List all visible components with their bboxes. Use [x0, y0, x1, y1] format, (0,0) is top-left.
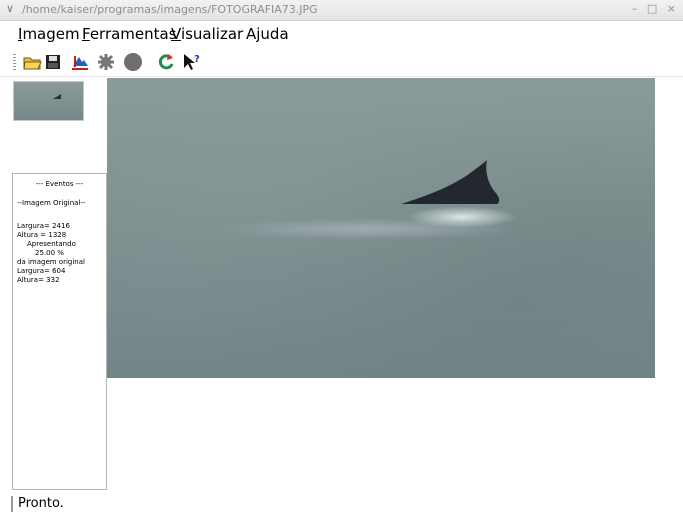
menu-bar: Imagem Ferramentas Visualizar Ajuda	[0, 21, 683, 47]
filter-gear-icon[interactable]	[96, 52, 116, 72]
thumbnail-fin	[53, 94, 61, 99]
help-pointer-icon[interactable]: ?	[181, 52, 201, 72]
whale-fin	[401, 160, 500, 204]
window-controls[interactable]: – □ ×	[632, 2, 679, 15]
events-panel: --- Eventos --- --Imagem Original-- Larg…	[12, 173, 107, 490]
status-bar: Pronto.	[0, 492, 683, 514]
window-title: /home/kaiser/programas/imagens/FOTOGRAFI…	[22, 3, 318, 16]
open-folder-icon[interactable]	[22, 52, 42, 72]
toolbar: ?	[0, 48, 683, 77]
events-display-width: Largura= 604	[17, 267, 66, 275]
events-original-width: Largura= 2416	[17, 222, 70, 230]
events-original-height: Altura = 1328	[17, 231, 67, 239]
circle-icon[interactable]	[123, 52, 143, 72]
title-bar: ∨ /home/kaiser/programas/imagens/FOTOGRA…	[0, 0, 683, 21]
toolbar-grip[interactable]	[13, 54, 16, 70]
menu-visualizar[interactable]: Visualizar	[171, 25, 243, 43]
photo-viewer[interactable]	[107, 78, 655, 378]
menu-ferramentas[interactable]: Ferramentas	[82, 25, 177, 43]
events-display-height: Altura= 332	[17, 276, 60, 284]
refresh-icon[interactable]	[156, 52, 176, 72]
status-text: Pronto.	[18, 496, 64, 511]
status-grip	[11, 496, 13, 512]
window-menu-icon[interactable]: ∨	[6, 2, 14, 15]
menu-ajuda[interactable]: Ajuda	[246, 25, 289, 43]
menu-imagem[interactable]: Imagem	[18, 25, 80, 43]
image-thumbnail[interactable]	[13, 81, 84, 121]
save-disk-icon[interactable]	[43, 52, 63, 72]
svg-text:?: ?	[194, 54, 200, 65]
events-of-original: da imagem original	[17, 258, 85, 266]
crop-image-icon[interactable]	[70, 52, 90, 72]
events-original-label: --Imagem Original--	[17, 199, 86, 207]
events-header: --- Eventos ---	[35, 180, 84, 188]
